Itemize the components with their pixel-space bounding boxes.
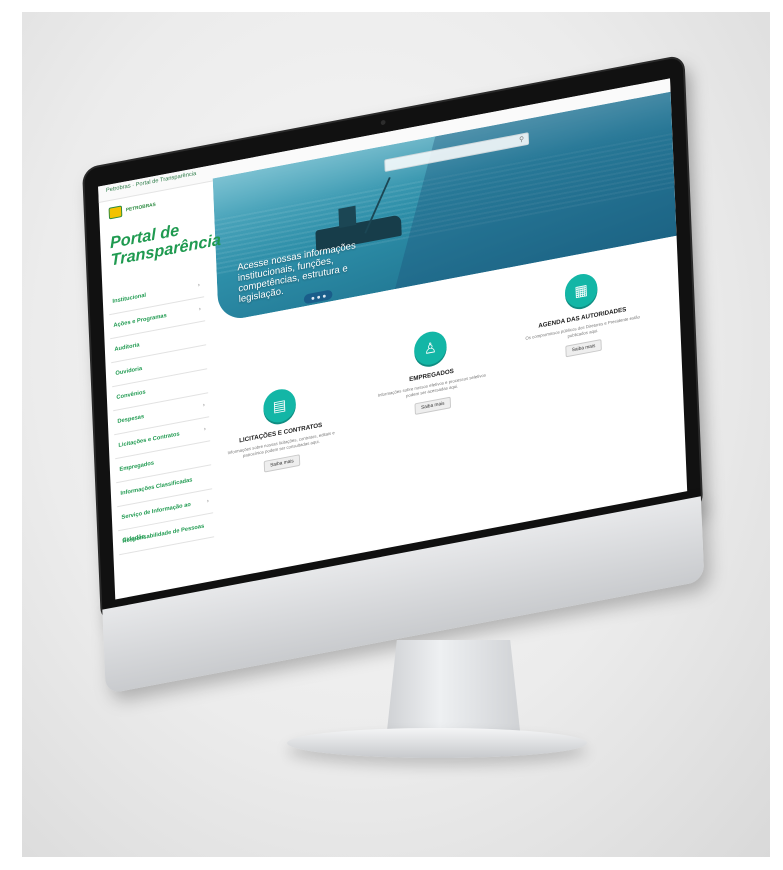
brand-logo[interactable]: PETROBRAS — [108, 199, 156, 220]
camera-icon — [380, 119, 386, 126]
petrobras-logo-icon — [108, 205, 123, 220]
chevron-right-icon: › — [206, 498, 209, 505]
sidebar-item-label: Auditoria — [114, 342, 140, 353]
monitor-stand-neck — [386, 640, 521, 740]
chevron-right-icon: › — [198, 306, 201, 313]
card-empregados: ♙ EMPREGADOS Informações sobre nossos ef… — [363, 319, 499, 424]
sidebar-item-label: Ouvidoria — [115, 366, 143, 377]
monitor-stand-base — [287, 728, 587, 758]
chevron-right-icon: › — [203, 426, 206, 433]
sidebar-item-label: Convênios — [116, 389, 146, 401]
sidebar-item-label: Institucional — [112, 292, 147, 305]
document-icon[interactable]: ▤ — [262, 386, 297, 426]
monitor: Petrobras · Portal de Transparência Aces… — [84, 56, 705, 713]
photo-backdrop: Petrobras · Portal de Transparência Aces… — [22, 12, 770, 857]
carousel-dot[interactable] — [316, 295, 320, 299]
carousel-dot[interactable] — [322, 294, 326, 298]
sidebar-item-label: Ações e Programas — [113, 313, 167, 329]
top-bar-text: Petrobras · Portal de Transparência — [105, 171, 197, 194]
people-icon[interactable]: ♙ — [413, 328, 448, 368]
chevron-right-icon: › — [197, 282, 200, 289]
chevron-right-icon: › — [202, 402, 205, 409]
logo-text: PETROBRAS — [125, 201, 156, 214]
sidebar-nav: Institucional › Ações e Programas › Audi… — [108, 273, 215, 556]
search-icon[interactable]: ⚲ — [519, 135, 524, 144]
saiba-mais-button[interactable]: Saiba mais — [564, 338, 603, 358]
card-agenda: ▦ AGENDA DAS AUTORIDADES Os compromissos… — [514, 262, 650, 367]
ship-tower — [338, 205, 357, 229]
calendar-icon[interactable]: ▦ — [564, 271, 599, 310]
saiba-mais-button[interactable]: Saiba mais — [263, 454, 301, 473]
sidebar-item-label: Despesas — [117, 414, 145, 425]
saiba-mais-button[interactable]: Saiba mais — [414, 396, 452, 416]
sidebar-item-label: Empregados — [119, 460, 155, 473]
card-licitacoes: ▤ LICITAÇÕES E CONTRATOS Informações sob… — [212, 377, 348, 482]
page-title: Portal de Transparência — [109, 220, 222, 270]
sidebar-item-label: Licitações e Contratos — [118, 431, 180, 449]
carousel-dot[interactable] — [310, 296, 314, 300]
